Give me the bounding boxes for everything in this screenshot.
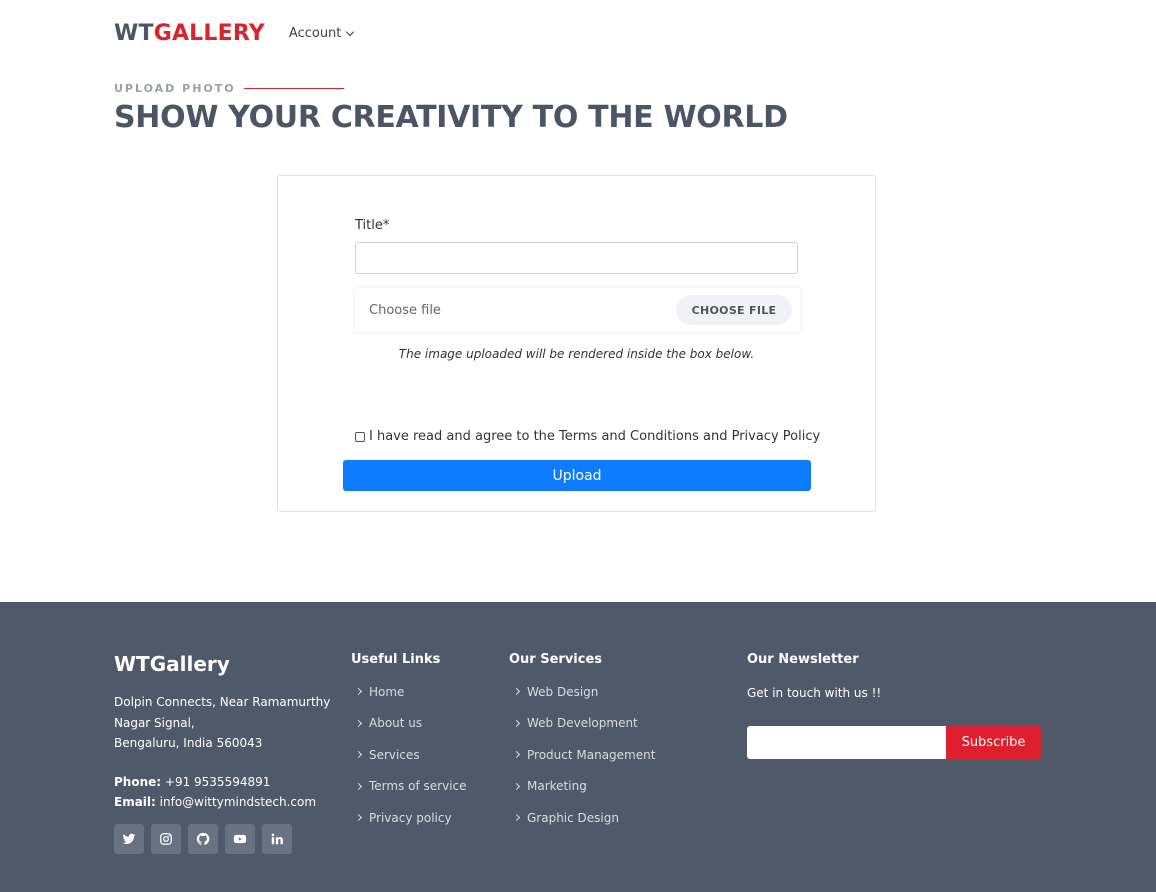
terms-row: I have read and agree to the Terms and C… [355, 429, 820, 444]
link-label: Product Management [527, 747, 656, 762]
twitter-icon [122, 833, 136, 845]
link-label: Privacy policy [369, 810, 452, 825]
chevron-right-icon [354, 751, 363, 759]
newsletter-text: Get in touch with us !! [747, 686, 882, 700]
footer-service-graphic-design[interactable]: Graphic Design [510, 802, 655, 834]
phone-label: Phone: [114, 775, 162, 789]
footer-brand: WTGallery [114, 652, 230, 676]
eyebrow-divider [243, 88, 344, 89]
eyebrow-text: UPLOAD PHOTO [114, 82, 236, 95]
useful-links-title: Useful Links [351, 652, 441, 667]
github-link[interactable] [188, 824, 218, 854]
chevron-right-icon [512, 814, 521, 822]
newsletter-title: Our Newsletter [747, 652, 859, 667]
footer-service-product-management[interactable]: Product Management [510, 739, 655, 771]
chevron-right-icon [354, 688, 363, 696]
footer-service-web-development[interactable]: Web Development [510, 708, 655, 740]
footer-link-privacy[interactable]: Privacy policy [352, 802, 467, 834]
address-line: Nagar Signal, [114, 715, 195, 730]
link-label: Graphic Design [527, 810, 619, 825]
chevron-right-icon [354, 719, 363, 727]
page-title: SHOW YOUR CREATIVITY TO THE WORLD [114, 100, 788, 135]
upload-button[interactable]: Upload [343, 460, 811, 491]
newsletter-form: Subscribe [747, 726, 1041, 759]
link-label: Home [369, 684, 405, 699]
twitter-link[interactable] [114, 824, 144, 854]
address-line: Bengaluru, India 560043 [114, 736, 263, 750]
link-label: Web Design [527, 684, 599, 699]
chevron-right-icon [512, 719, 521, 727]
services-list: Web Design Web Development Product Manag… [510, 676, 655, 834]
phone-value: +91 9535594891 [164, 775, 271, 789]
site-logo[interactable]: WTGALLERY [114, 21, 265, 46]
account-menu[interactable]: Account [288, 25, 355, 41]
address-line: Dolpin Connects, Near Ramamurthy [114, 695, 331, 709]
footer-contact: Phone: +91 9535594891 Email: info@wittym… [114, 772, 316, 812]
linkedin-link[interactable] [262, 824, 292, 854]
newsletter-email-input[interactable] [747, 726, 946, 759]
email-label: Email: [114, 795, 156, 809]
link-label: Web Development [527, 716, 638, 731]
link-label: Marketing [527, 779, 587, 794]
link-label: Services [369, 747, 420, 762]
footer-service-marketing[interactable]: Marketing [510, 771, 655, 803]
footer-link-home[interactable]: Home [352, 676, 467, 708]
subscribe-button[interactable]: Subscribe [946, 726, 1041, 759]
email-value: info@wittymindstech.com [159, 795, 317, 809]
site-header: WTGALLERY Account [114, 18, 355, 48]
logo-part-1: WT [114, 20, 154, 46]
upload-form-card: Title* Choose file CHOOSE FILE The image… [277, 175, 876, 512]
chevron-right-icon [354, 814, 363, 822]
title-input[interactable] [355, 242, 798, 274]
chevron-right-icon [512, 751, 521, 759]
footer-link-services[interactable]: Services [352, 739, 467, 771]
choose-file-button[interactable]: CHOOSE FILE [676, 295, 792, 325]
instagram-icon [160, 833, 172, 845]
logo-part-2: GALLERY [153, 20, 265, 46]
youtube-link[interactable] [225, 824, 255, 854]
chevron-right-icon [512, 782, 521, 790]
chevron-down-icon [346, 27, 355, 36]
upload-hint: The image uploaded will be rendered insi… [398, 347, 755, 361]
social-links [114, 824, 292, 854]
chevron-right-icon [354, 782, 363, 790]
youtube-icon [233, 834, 247, 844]
terms-checkbox[interactable] [355, 431, 365, 442]
link-label: About us [369, 716, 423, 731]
chevron-right-icon [512, 688, 521, 696]
file-picker[interactable]: Choose file CHOOSE FILE [355, 288, 800, 332]
instagram-link[interactable] [151, 824, 181, 854]
account-menu-label: Account [288, 25, 342, 41]
title-field-label: Title* [355, 218, 390, 233]
useful-links-list: Home About us Services Terms of service … [352, 676, 467, 834]
terms-label: I have read and agree to the Terms and C… [369, 429, 821, 444]
site-footer: WTGallery Dolpin Connects, Near Ramamurt… [0, 602, 1156, 892]
section-eyebrow: UPLOAD PHOTO [114, 82, 344, 95]
link-label: Terms of service [369, 779, 467, 794]
linkedin-icon [271, 833, 283, 845]
footer-link-about[interactable]: About us [352, 708, 467, 740]
footer-service-web-design[interactable]: Web Design [510, 676, 655, 708]
services-title: Our Services [509, 652, 603, 667]
footer-link-terms[interactable]: Terms of service [352, 771, 467, 803]
footer-address: Dolpin Connects, Near Ramamurthy Nagar S… [114, 692, 330, 754]
github-icon [196, 832, 210, 845]
file-picker-placeholder: Choose file [369, 302, 441, 318]
